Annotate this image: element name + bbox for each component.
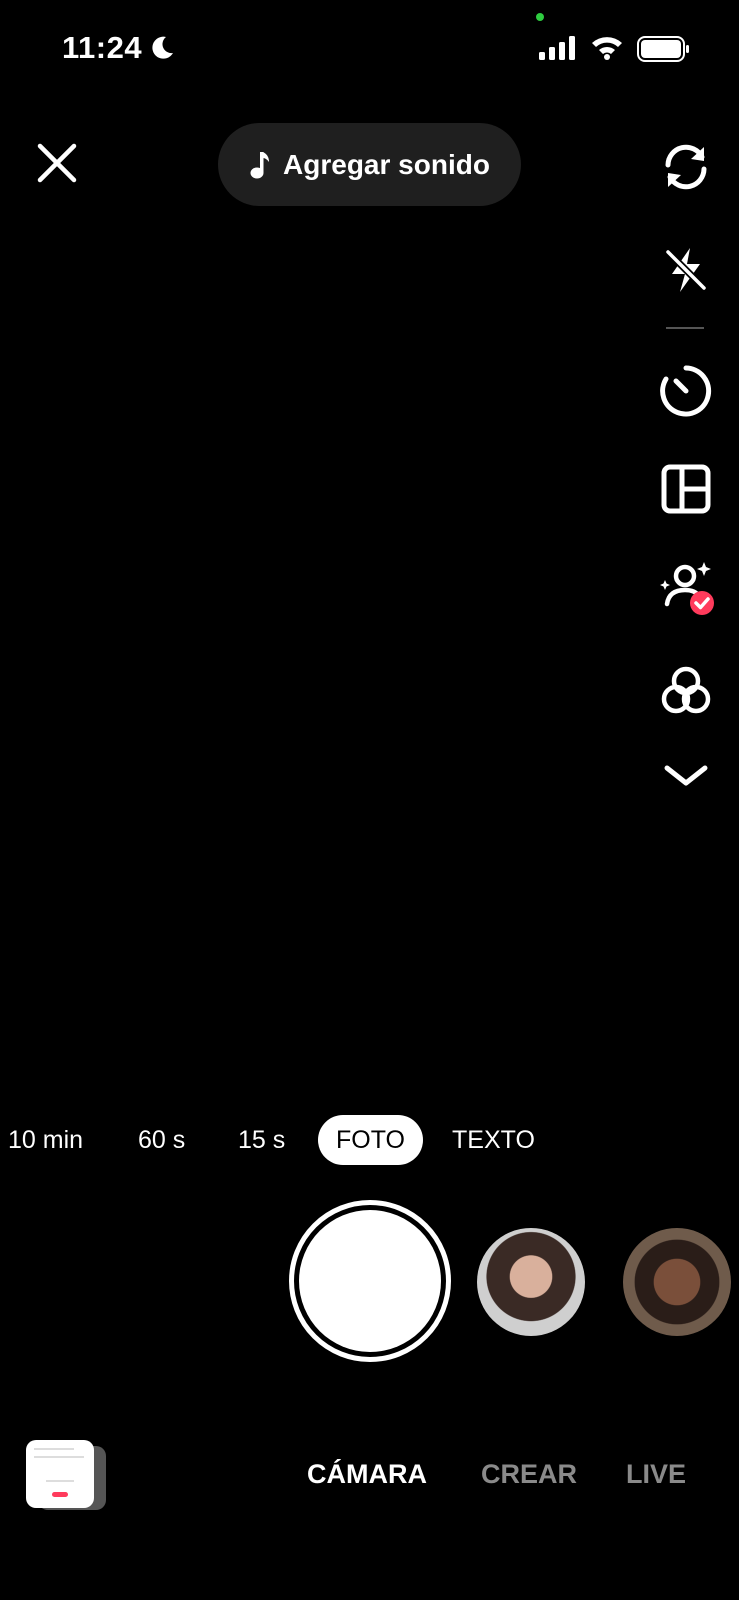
battery-icon bbox=[637, 36, 691, 67]
shutter-button[interactable] bbox=[289, 1200, 451, 1362]
close-icon bbox=[37, 143, 77, 183]
music-note-icon bbox=[250, 151, 270, 178]
filters-icon bbox=[661, 666, 711, 714]
tab-create[interactable]: CREAR bbox=[481, 1459, 577, 1490]
flash-button[interactable] bbox=[655, 239, 717, 301]
mode-10-min[interactable]: 10 min bbox=[8, 1115, 83, 1165]
flip-camera-icon bbox=[665, 144, 707, 190]
layout-button[interactable] bbox=[655, 458, 717, 520]
chevron-down-icon bbox=[664, 765, 708, 786]
flash-off-icon bbox=[665, 248, 707, 292]
signal-icon bbox=[539, 36, 577, 65]
mode-15-s[interactable]: 15 s bbox=[238, 1115, 285, 1165]
tab-camera[interactable]: CÁMARA bbox=[307, 1459, 427, 1490]
gallery-button[interactable] bbox=[26, 1440, 106, 1510]
mode-texto[interactable]: TEXTO bbox=[452, 1115, 535, 1165]
layout-icon bbox=[661, 464, 711, 514]
retouch-button[interactable] bbox=[655, 558, 717, 620]
wifi-icon bbox=[590, 34, 624, 65]
mode-60-s[interactable]: 60 s bbox=[138, 1115, 185, 1165]
filters-button[interactable] bbox=[655, 660, 717, 722]
flip-camera-button[interactable] bbox=[655, 136, 717, 198]
close-button[interactable] bbox=[32, 138, 82, 188]
tab-live[interactable]: LIVE bbox=[626, 1459, 686, 1490]
moon-icon bbox=[148, 34, 176, 67]
gallery-thumbnail bbox=[26, 1440, 94, 1508]
toolbar-divider bbox=[666, 327, 704, 329]
mode-foto[interactable]: FOTO bbox=[318, 1115, 423, 1165]
timer-button[interactable] bbox=[655, 360, 717, 422]
effect-thumbnail[interactable] bbox=[623, 1228, 731, 1336]
add-sound-label: Agregar sonido bbox=[283, 148, 490, 180]
retouch-icon bbox=[660, 562, 714, 615]
effect-thumbnail[interactable] bbox=[477, 1228, 585, 1336]
add-sound-button[interactable]: Agregar sonido bbox=[218, 123, 521, 206]
camera-in-use-dot bbox=[536, 13, 544, 21]
capture-mode-selector: 10 min 60 s 15 s FOTO TEXTO bbox=[0, 1115, 739, 1169]
more-tools-button[interactable] bbox=[655, 745, 717, 807]
shutter-inner bbox=[299, 1210, 441, 1352]
status-time: 11:24 bbox=[62, 30, 143, 65]
timer-icon bbox=[660, 365, 712, 417]
